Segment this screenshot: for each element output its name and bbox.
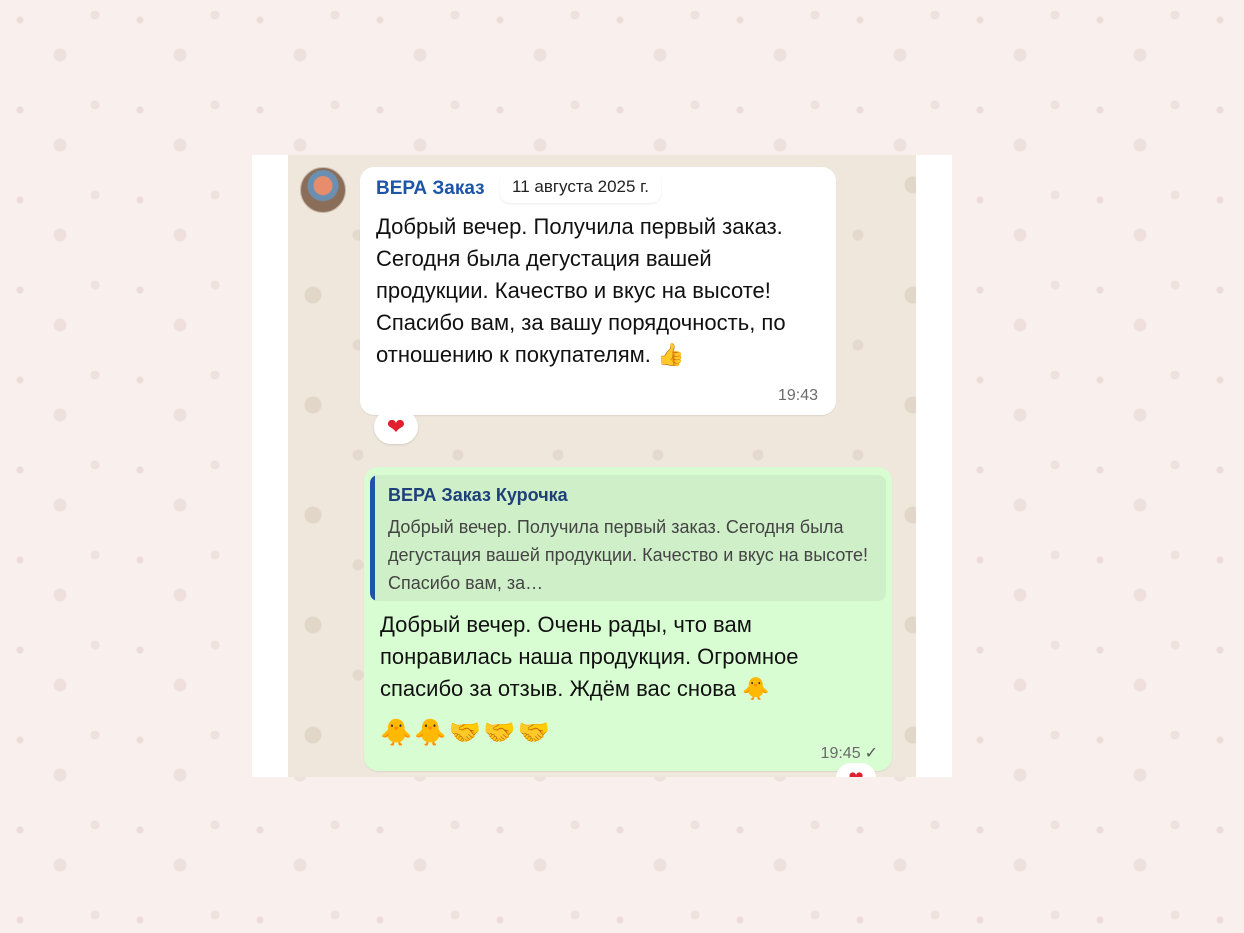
outgoing-message-text: Добрый вечер. Очень рады, что вам понрав… xyxy=(380,612,799,701)
sender-name[interactable]: ВЕРА Заказ xyxy=(376,178,485,200)
incoming-message-text: Добрый вечер. Получила первый заказ. Сег… xyxy=(376,214,786,367)
emoji-row: 🐥🐥🤝🤝🤝 xyxy=(380,717,552,747)
contact-avatar[interactable] xyxy=(300,167,346,213)
incoming-message-bubble[interactable]: ВЕРА Заказ 11 августа 2025 г. Добрый веч… xyxy=(360,167,836,415)
chat-area: ВЕРА Заказ 11 августа 2025 г. Добрый веч… xyxy=(288,155,916,777)
check-icon: ✓ xyxy=(864,745,878,762)
quoted-message-text: Добрый вечер. Получила первый заказ. Сег… xyxy=(388,517,869,593)
outgoing-message-bubble[interactable]: ВЕРА Заказ Курочка Добрый вечер. Получил… xyxy=(364,467,892,771)
outgoing-message-status: 19:45 ✓ xyxy=(821,743,878,763)
quoted-sender-name: ВЕРА Заказ Курочка xyxy=(388,485,568,505)
incoming-message-time: 19:43 xyxy=(777,387,818,404)
date-divider: 11 августа 2025 г. xyxy=(500,171,662,203)
outgoing-message-time: 19:45 xyxy=(820,745,861,762)
quote-accent-bar xyxy=(370,475,375,601)
heart-reaction[interactable]: ❤ xyxy=(374,410,418,444)
chat-screenshot-panel: ВЕРА Заказ 11 августа 2025 г. Добрый веч… xyxy=(252,155,952,777)
heart-reaction-partial[interactable]: ❤ xyxy=(836,763,876,777)
quoted-message[interactable]: ВЕРА Заказ Курочка Добрый вечер. Получил… xyxy=(370,475,886,601)
